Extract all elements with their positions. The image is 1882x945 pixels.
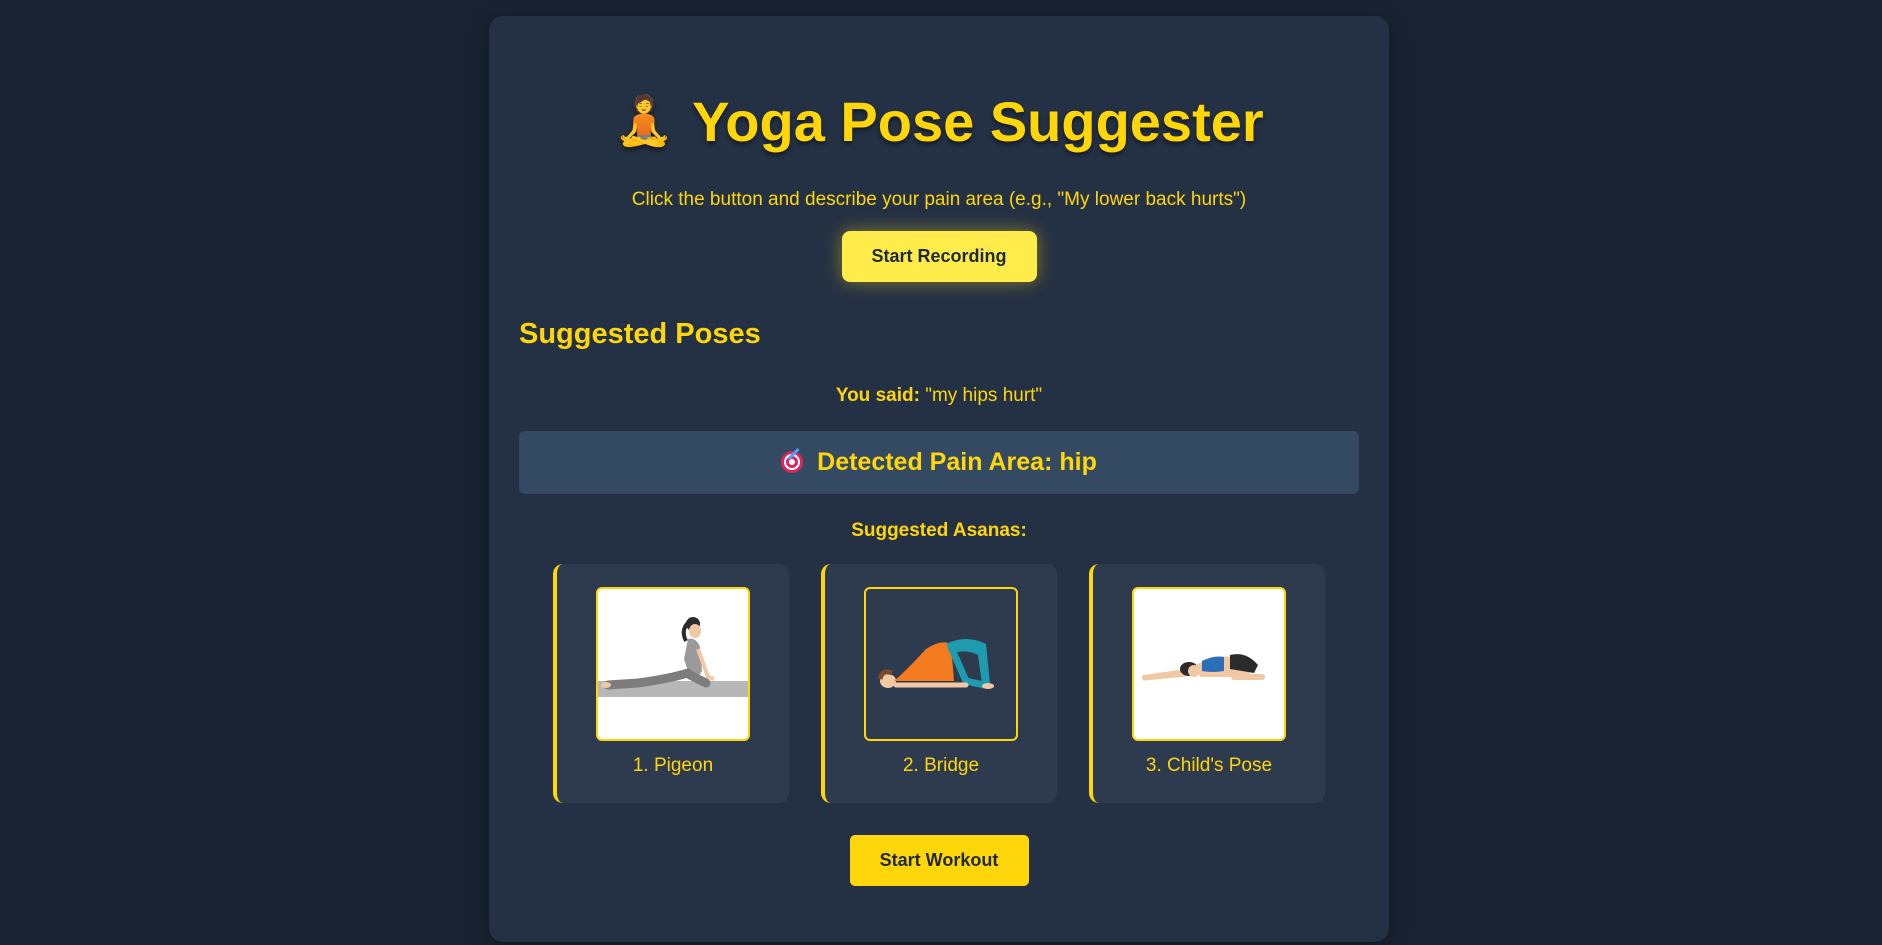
childs-pose-image — [1132, 586, 1286, 741]
pose-card-bridge[interactable]: 2. Bridge — [821, 563, 1057, 803]
you-said-label: You said: — [835, 384, 920, 406]
pose-name: 1. Pigeon — [632, 754, 714, 776]
bridge-pose-image — [864, 586, 1018, 741]
you-said-value: "my hips hurt" — [925, 384, 1043, 406]
pose-name: 3. Child's Pose — [1145, 754, 1273, 776]
main-card: 🧘 Yoga Pose Suggester Click the button an… — [489, 16, 1389, 942]
suggested-poses-heading: Suggested Poses — [519, 317, 761, 350]
page-title: 🧘 Yoga Pose Suggester — [519, 16, 1359, 153]
you-said-line: You said: "my hips hurt" — [519, 385, 1359, 407]
start-workout-button[interactable]: Start Workout — [849, 834, 1029, 886]
suggested-asanas-label: Suggested Asanas: — [851, 519, 1027, 541]
detected-pain-area-box: Detected Pain Area: hip — [519, 430, 1359, 494]
pose-list: 1. Pigeon 2. Bridge 3. Child's Pose — [519, 563, 1359, 803]
pigeon-pose-image — [596, 586, 750, 741]
pose-card-pigeon[interactable]: 1. Pigeon — [553, 563, 789, 803]
pose-card-childs-pose[interactable]: 3. Child's Pose — [1089, 563, 1325, 803]
detected-pain-area-text: Detected Pain Area: hip — [817, 447, 1097, 476]
target-icon — [781, 451, 804, 474]
page-title-text: Yoga Pose Suggester — [692, 90, 1264, 153]
start-recording-button[interactable]: Start Recording — [841, 230, 1037, 282]
person-in-lotus-position-icon: 🧘 — [614, 93, 675, 149]
instruction-text: Click the button and describe your pain … — [631, 188, 1247, 210]
pose-name: 2. Bridge — [902, 754, 980, 776]
